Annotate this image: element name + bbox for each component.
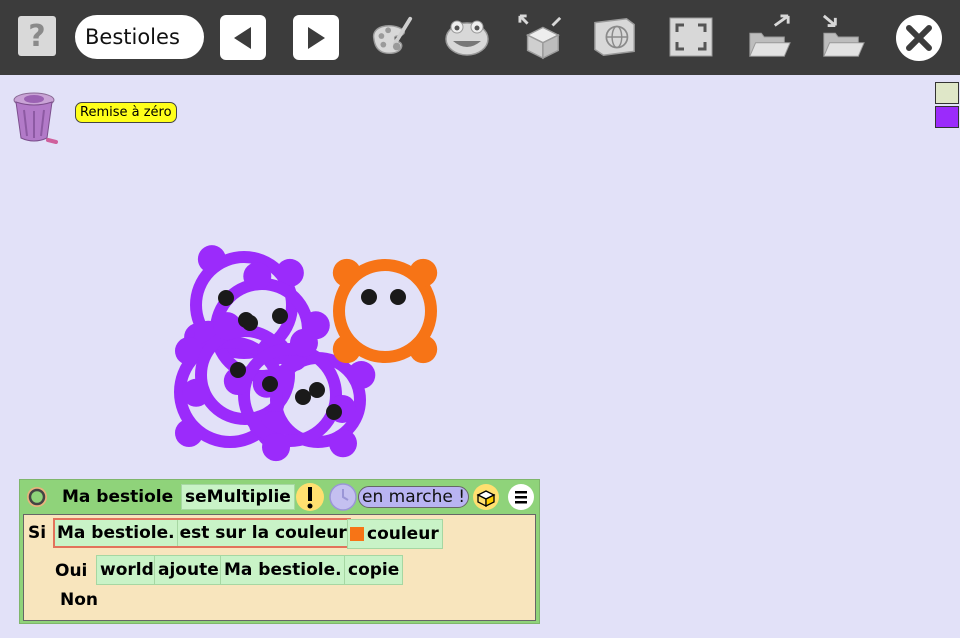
creature-eye <box>326 404 342 420</box>
script-panel-header: Ma bestiole seMultiplie en marche ! <box>20 480 539 513</box>
page-thumbnails <box>935 82 959 130</box>
creature-foot <box>329 429 357 458</box>
fullscreen-button[interactable] <box>668 14 714 60</box>
creature-foot <box>332 258 361 287</box>
next-button[interactable] <box>293 15 339 60</box>
creature-eye <box>230 362 246 378</box>
creature-foot <box>347 361 376 389</box>
creature-reference[interactable]: Ma bestiole. <box>220 555 346 585</box>
script-editor: Si Ma bestiole. est sur la couleur coule… <box>23 514 536 621</box>
close-icon <box>906 25 932 51</box>
condition-block[interactable]: Ma bestiole. est sur la couleur <box>53 518 351 548</box>
add-action[interactable]: ajoute <box>154 555 223 585</box>
creature-eye <box>272 308 288 324</box>
creature-foot <box>262 433 291 462</box>
creature-foot <box>332 335 361 364</box>
creature-eye <box>361 289 377 305</box>
if-keyword: Si <box>28 523 47 543</box>
next-icon <box>308 26 325 49</box>
object-box-button[interactable] <box>518 14 564 60</box>
close-button[interactable] <box>896 15 942 61</box>
world-target[interactable]: world <box>96 555 158 585</box>
creature-foot <box>243 262 272 291</box>
warning-icon[interactable] <box>295 482 325 512</box>
creature-foot <box>174 419 203 448</box>
fullscreen-icon <box>669 17 713 57</box>
object-box-icon <box>518 14 562 60</box>
creature-foot <box>182 378 211 407</box>
previous-icon <box>234 26 251 49</box>
help-icon: ? <box>28 18 46 54</box>
page-thumbnail-creature[interactable] <box>935 106 959 128</box>
run-status-toggle[interactable]: en marche ! <box>358 486 470 508</box>
page-thumbnail-world[interactable] <box>935 82 959 104</box>
condition-test[interactable]: est sur la couleur <box>178 520 349 546</box>
script-panel: Ma bestiole seMultiplie en marche ! Si M… <box>19 479 540 624</box>
clock-icon[interactable] <box>328 482 358 512</box>
open-button[interactable] <box>746 14 792 60</box>
trash-icon[interactable] <box>12 88 58 144</box>
creature-eye <box>218 290 234 306</box>
paint-button[interactable] <box>368 14 414 60</box>
orange-creature[interactable] <box>332 258 438 364</box>
creature-eye <box>390 289 406 305</box>
creature-foot <box>197 245 226 274</box>
creature-eye <box>242 315 258 331</box>
copy-method[interactable]: copie <box>344 555 404 585</box>
creature-foot <box>409 258 438 287</box>
world-icon <box>594 18 635 56</box>
help-button[interactable]: ? <box>18 16 56 56</box>
creature-name: Ma bestiole <box>62 487 174 507</box>
creature-foot <box>409 335 438 364</box>
creature-eye <box>309 382 325 398</box>
save-button[interactable] <box>820 14 866 60</box>
creature-eye <box>262 376 278 392</box>
yes-keyword: Oui <box>55 561 88 581</box>
creature[interactable] <box>332 258 438 364</box>
color-parameter-label: couleur <box>367 524 439 544</box>
condition-object[interactable]: Ma bestiole. <box>55 520 178 546</box>
script-name-field[interactable]: seMultiplie <box>181 484 295 510</box>
creature-foot <box>213 312 242 341</box>
world-button[interactable] <box>592 14 638 60</box>
character-button[interactable] <box>444 14 490 60</box>
color-swatch[interactable] <box>350 527 364 541</box>
creature-eye <box>295 389 311 405</box>
reset-button[interactable]: Remise à zéro <box>75 102 177 123</box>
object-tool-icon[interactable] <box>472 483 500 511</box>
menu-icon[interactable] <box>507 483 535 511</box>
color-parameter[interactable]: couleur <box>347 519 443 549</box>
collapse-circle-icon[interactable] <box>25 485 49 509</box>
previous-button[interactable] <box>220 15 266 60</box>
character-icon <box>445 20 489 56</box>
project-name-field[interactable]: Bestioles <box>75 15 204 59</box>
save-folder-icon <box>822 14 865 57</box>
paint-icon <box>373 16 413 55</box>
open-folder-icon <box>749 14 791 57</box>
top-toolbar: ? Bestioles <box>0 0 960 75</box>
creature-foot <box>289 328 318 357</box>
no-keyword: Non <box>60 590 99 610</box>
